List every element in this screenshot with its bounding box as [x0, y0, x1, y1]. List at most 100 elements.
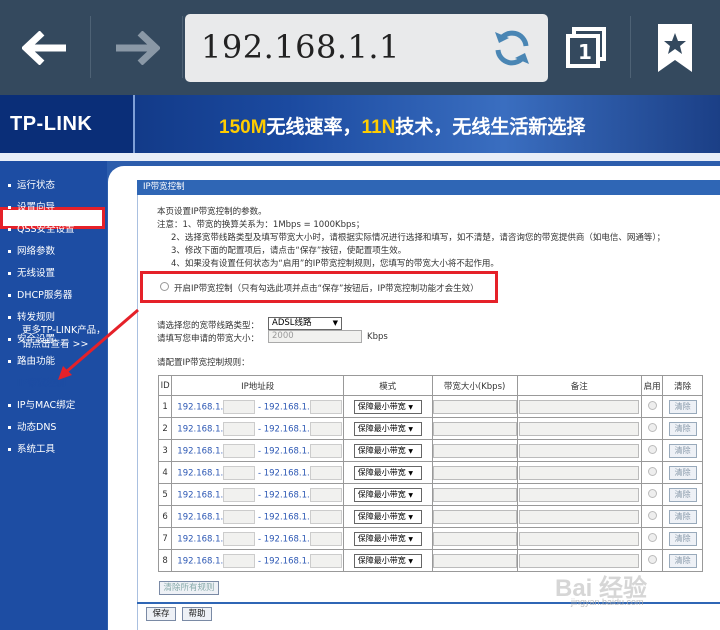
ip-end-input[interactable] [309, 487, 342, 502]
mode-select[interactable]: 保障最小带宽 ▼ [353, 531, 422, 546]
enable-bandwidth-control-checkbox[interactable] [160, 282, 169, 291]
ip-end-input[interactable] [309, 465, 342, 480]
ip-start-input[interactable] [223, 421, 256, 436]
ip-end-input[interactable] [309, 531, 342, 546]
enable-checkbox[interactable] [647, 510, 657, 520]
note-input[interactable] [519, 509, 640, 524]
clear-button[interactable]: 清除 [668, 509, 697, 524]
forward-button[interactable] [92, 0, 182, 95]
save-button[interactable]: 保存 [146, 607, 176, 621]
ip-separator: - [255, 424, 264, 434]
mode-select[interactable]: 保障最小带宽 ▼ [353, 443, 422, 458]
note-input[interactable] [519, 421, 640, 436]
line-type-select[interactable]: ADSL线路 ▼ [268, 317, 342, 330]
enable-checkbox[interactable] [647, 400, 657, 410]
sidebar-item[interactable]: 路由功能 [8, 353, 55, 367]
clear-button[interactable]: 清除 [668, 399, 697, 414]
row-id: 2 [157, 417, 173, 440]
note-input[interactable] [519, 531, 640, 546]
sidebar-item[interactable]: DHCP服务器 [8, 287, 72, 301]
back-button[interactable] [0, 0, 90, 95]
tabs-button[interactable]: 1 [560, 22, 610, 72]
sidebar-item[interactable]: 运行状态 [8, 177, 55, 191]
ip-separator: - [255, 446, 264, 456]
clear-button[interactable]: 清除 [668, 465, 697, 480]
bandwidth-input[interactable] [432, 421, 517, 436]
enable-checkbox[interactable] [647, 466, 657, 476]
sidebar-item[interactable]: 动态DNS [8, 419, 56, 433]
ip-start-input[interactable] [223, 487, 256, 502]
ip-start-input[interactable] [223, 553, 256, 568]
note-input[interactable] [519, 443, 640, 458]
mode-select[interactable]: 保障最小带宽 ▼ [353, 399, 422, 414]
bullet-icon [8, 360, 11, 363]
bandwidth-input[interactable] [432, 531, 517, 546]
bookmark-star-icon [658, 24, 692, 72]
ip-end-input[interactable] [309, 509, 342, 524]
dropdown-arrow-icon: ▼ [408, 403, 413, 411]
bandwidth-input[interactable] [432, 553, 517, 568]
bandwidth-input[interactable]: 2000 [268, 330, 362, 343]
clear-all-rules-button[interactable]: 清除所有规则 [159, 581, 219, 595]
ip-prefix: 192.168.1. [263, 424, 310, 434]
note-input[interactable] [519, 487, 640, 502]
sidebar-item[interactable]: 无线设置 [8, 265, 55, 279]
ip-start-input[interactable] [223, 465, 256, 480]
reload-icon[interactable] [488, 24, 536, 72]
slogan-text: 无线速率， [266, 117, 362, 138]
clear-button[interactable]: 清除 [668, 421, 697, 436]
mode-select[interactable]: 保障最小带宽 ▼ [353, 509, 422, 524]
bandwidth-input[interactable] [432, 465, 517, 480]
ip-end-input[interactable] [309, 443, 342, 458]
bandwidth-input[interactable] [432, 399, 517, 414]
ip-start-input[interactable] [223, 443, 256, 458]
more-products-link[interactable]: 更多TP-LINK产品， 请点击查看 >> [22, 324, 106, 352]
bandwidth-input[interactable] [432, 509, 517, 524]
bandwidth-unit: Kbps [367, 332, 388, 342]
sidebar-item[interactable]: 转发规则 [8, 309, 55, 323]
ip-end-input[interactable] [309, 421, 342, 436]
clear-button[interactable]: 清除 [668, 443, 697, 458]
row-id: 7 [157, 527, 173, 550]
ip-start-input[interactable] [223, 531, 256, 546]
enable-checkbox[interactable] [647, 554, 657, 564]
note-input[interactable] [519, 553, 640, 568]
sidebar-item[interactable]: 设置向导 [8, 199, 55, 213]
ip-start-input[interactable] [223, 509, 256, 524]
panel-title: IP带宽控制 [137, 180, 720, 195]
mode-select[interactable]: 保障最小带宽 ▼ [353, 553, 422, 568]
mode-select[interactable]: 保障最小带宽 ▼ [353, 465, 422, 480]
clear-button[interactable]: 清除 [668, 531, 697, 546]
enable-checkbox[interactable] [647, 422, 657, 432]
mode-select[interactable]: 保障最小带宽 ▼ [353, 487, 422, 502]
sidebar-item[interactable]: IP带宽控制 [8, 375, 66, 389]
note-text: 2、选择宽带线路类型及填写带宽大小时，请根据实际情况进行选择和填写，如不清楚，请… [171, 233, 666, 243]
clear-cell: 清除 [662, 527, 703, 550]
ip-start-input[interactable] [223, 399, 256, 414]
row-id: 5 [157, 483, 173, 506]
sidebar-item[interactable]: IP与MAC绑定 [8, 397, 75, 411]
enable-checkbox[interactable] [647, 488, 657, 498]
clear-button[interactable]: 清除 [668, 487, 697, 502]
clear-button[interactable]: 清除 [668, 553, 697, 568]
bandwidth-input[interactable] [432, 443, 517, 458]
sidebar-item[interactable]: 网络参数 [8, 243, 55, 257]
address-bar[interactable]: 192.168.1.1 [185, 14, 548, 82]
sidebar-item[interactable]: 系统工具 [8, 441, 55, 455]
enable-checkbox[interactable] [647, 444, 657, 454]
ip-end-input[interactable] [309, 553, 342, 568]
url-text[interactable]: 192.168.1.1 [201, 28, 400, 66]
help-button[interactable]: 帮助 [182, 607, 212, 621]
note-text: 4、如果没有设置任何状态为“启用”的IP带宽控制规则，您填写的带宽大小将不起作用… [171, 259, 499, 269]
note-input[interactable] [519, 465, 640, 480]
enable-checkbox[interactable] [647, 532, 657, 542]
sidebar-item-label: 网络参数 [17, 246, 56, 257]
bandwidth-input[interactable] [432, 487, 517, 502]
ip-prefix: 192.168.1. [263, 446, 310, 456]
note-input[interactable] [519, 399, 640, 414]
mode-select[interactable]: 保障最小带宽 ▼ [353, 421, 422, 436]
sidebar-item[interactable]: QSS安全设置 [8, 221, 75, 235]
bookmark-button[interactable] [655, 22, 695, 74]
ip-end-input[interactable] [309, 399, 342, 414]
ip-separator: - [255, 556, 264, 566]
